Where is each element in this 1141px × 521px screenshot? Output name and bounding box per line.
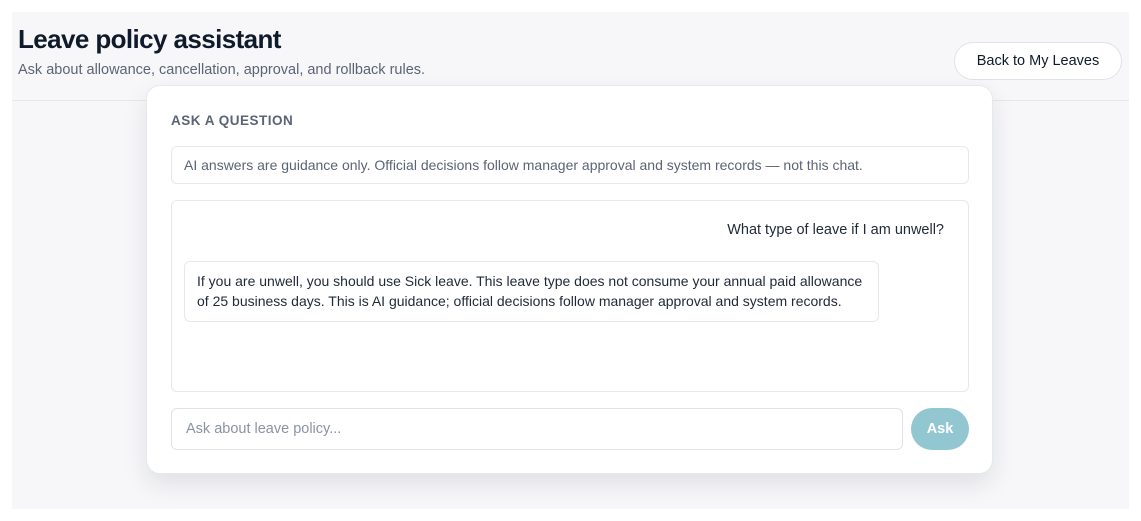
section-label: ASK A QUESTION [171, 113, 294, 128]
ask-button[interactable]: Ask [911, 408, 969, 450]
back-to-my-leaves-button[interactable]: Back to My Leaves [954, 42, 1122, 80]
chat-log[interactable]: What type of leave if I am unwell? If yo… [171, 200, 969, 392]
assistant-message: If you are unwell, you should use Sick l… [184, 261, 879, 322]
ai-disclaimer-notice: AI answers are guidance only. Official d… [171, 146, 969, 184]
ask-question-card: ASK A QUESTION AI answers are guidance o… [146, 85, 993, 474]
page-frame: Leave policy assistant Ask about allowan… [12, 12, 1129, 509]
question-input[interactable] [171, 408, 903, 450]
page-subtitle: Ask about allowance, cancellation, appro… [18, 62, 426, 78]
page-title: Leave policy assistant [18, 24, 281, 54]
user-message: What type of leave if I am unwell? [727, 222, 944, 238]
